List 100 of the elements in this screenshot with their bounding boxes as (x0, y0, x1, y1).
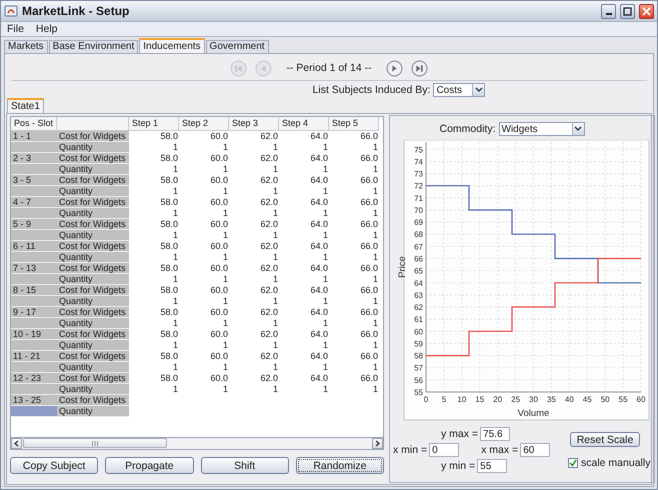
row-header-cell[interactable]: 4 - 7 (11, 197, 57, 208)
row-header-cell[interactable]: 1 - 1 (11, 131, 57, 142)
row-header-cell[interactable]: 13 - 25 (11, 395, 57, 406)
table-cell-text: 66.0 (359, 263, 379, 274)
row-header-cell[interactable]: 6 - 11 (11, 241, 57, 252)
y-tick-label: 60 (414, 327, 423, 336)
y-tick-label: 67 (414, 242, 423, 252)
row-label-cell: Quantity (57, 208, 129, 219)
row-header-cell[interactable]: 12 - 23 (11, 373, 57, 384)
action-button[interactable]: Propagate (105, 457, 194, 474)
tab[interactable]: State1 (7, 98, 44, 113)
app-icon (4, 4, 18, 18)
row-header-cell[interactable]: 7 - 13 (11, 263, 57, 274)
table-cell-text: 1 (172, 384, 179, 395)
column-header[interactable]: Step 4 (279, 117, 329, 131)
tab[interactable]: Markets (4, 40, 48, 53)
y-tick-label: 63 (414, 290, 423, 300)
commodity-dropdown[interactable]: Widgets (498, 122, 584, 136)
row-label-cell: Quantity (57, 340, 129, 351)
row-header-cell[interactable] (11, 142, 57, 153)
scroll-left-button[interactable] (11, 438, 22, 449)
previous-icon (255, 60, 272, 76)
row-header-cell[interactable] (11, 252, 57, 263)
table-cell-text: 1 (222, 208, 229, 219)
maximize-button[interactable] (620, 4, 635, 18)
table-cell-text: 1 (272, 274, 279, 285)
column-header[interactable]: Step 1 (129, 117, 179, 131)
table-cell-text: 1 (272, 252, 279, 263)
row-header-cell[interactable] (11, 296, 57, 307)
row-header-cell[interactable] (11, 230, 57, 241)
reset-scale-button[interactable]: Reset Scale (570, 432, 640, 447)
action-button[interactable]: Copy Subject (10, 457, 98, 474)
table-cell-text: 60.0 (209, 241, 229, 252)
induced-by-dropdown[interactable]: Costs (433, 83, 486, 97)
y-tick-label: 62 (414, 303, 423, 312)
menu-item[interactable]: Help (34, 23, 59, 35)
row-header-cell[interactable] (11, 406, 57, 417)
row-header-cell[interactable] (11, 384, 57, 395)
y-max-field[interactable]: 75.6 (480, 427, 510, 441)
close-button[interactable] (639, 4, 654, 18)
tab[interactable]: Base Environment (48, 40, 138, 53)
table-cell-text: 58.0 (159, 351, 179, 362)
row-label-cell: Cost for Widgets (57, 131, 129, 142)
table-cell-text: 66.0 (359, 307, 379, 318)
row-header-cell[interactable] (11, 186, 57, 197)
column-header[interactable]: Step 2 (179, 117, 229, 131)
x-tick-label: 35 (546, 395, 556, 404)
maximize-icon (623, 6, 632, 16)
table-cell-text: 1 (372, 142, 379, 153)
row-header-cell[interactable] (11, 318, 57, 329)
row-header-cell[interactable]: 8 - 15 (11, 285, 57, 296)
row-header-cell[interactable]: 9 - 17 (11, 307, 57, 318)
row-header-cell[interactable] (11, 274, 57, 285)
table-cell-text: 1 (272, 384, 279, 395)
table-cell-text: 58.0 (159, 219, 179, 230)
last-button[interactable] (410, 60, 428, 76)
field-label: x min = (393, 444, 428, 456)
row-header-cell[interactable] (11, 340, 57, 351)
column-header[interactable]: Pos - Slot (11, 117, 57, 131)
table-cell-text: 1 (272, 164, 279, 175)
row-header-cell[interactable] (11, 208, 57, 219)
table-cell-text: 1 (372, 252, 379, 263)
column-header[interactable] (57, 117, 129, 131)
action-button[interactable]: Shift (200, 457, 289, 474)
row-header-cell[interactable]: 5 - 9 (11, 219, 57, 230)
table-cell-text: 58.0 (159, 263, 179, 274)
tab[interactable]: Government (206, 40, 269, 53)
y-min-field[interactable]: 55 (477, 459, 508, 473)
x-max-field[interactable]: 60 (520, 443, 550, 457)
table-cell-text: 1 (172, 142, 179, 153)
table-cell-text: 66.0 (359, 175, 379, 186)
column-header[interactable]: Step 5 (329, 117, 379, 131)
tab[interactable]: Inducements (139, 38, 205, 53)
x-min-field[interactable]: 0 (429, 443, 460, 457)
checkbox[interactable] (568, 458, 578, 468)
row-header-cell[interactable]: 11 - 21 (11, 351, 57, 362)
row-header-cell[interactable] (11, 164, 57, 175)
table-cell-text: 1 (372, 296, 379, 307)
table-cell-text: 1 (322, 164, 329, 175)
close-icon (642, 6, 651, 16)
row-header-cell[interactable]: 10 - 19 (11, 329, 57, 340)
minimize-button[interactable] (601, 4, 616, 18)
menu-item[interactable]: File (6, 23, 25, 35)
table-cell-text: 1 (322, 362, 329, 373)
table-cell-text: 1 (172, 296, 179, 307)
action-button[interactable]: Randomize (296, 457, 384, 474)
y-tick-label: 58 (414, 352, 423, 361)
y-tick-label: 61 (414, 315, 423, 324)
row-header-cell[interactable]: 2 - 3 (11, 153, 57, 164)
next-button[interactable] (386, 60, 403, 76)
row-label-cell: Cost for Widgets (57, 285, 129, 296)
scroll-right-button[interactable] (372, 438, 383, 449)
row-label-cell: Cost for Widgets (57, 197, 129, 208)
row-header-cell[interactable]: 3 - 5 (11, 175, 57, 186)
y-tick-label: 74 (414, 157, 423, 166)
y-tick-label: 75 (414, 145, 423, 154)
scrollbar-thumb[interactable] (23, 438, 167, 448)
row-label-cell: Cost for Widgets (57, 329, 129, 340)
column-header[interactable]: Step 3 (229, 117, 279, 131)
row-header-cell[interactable] (11, 362, 57, 373)
